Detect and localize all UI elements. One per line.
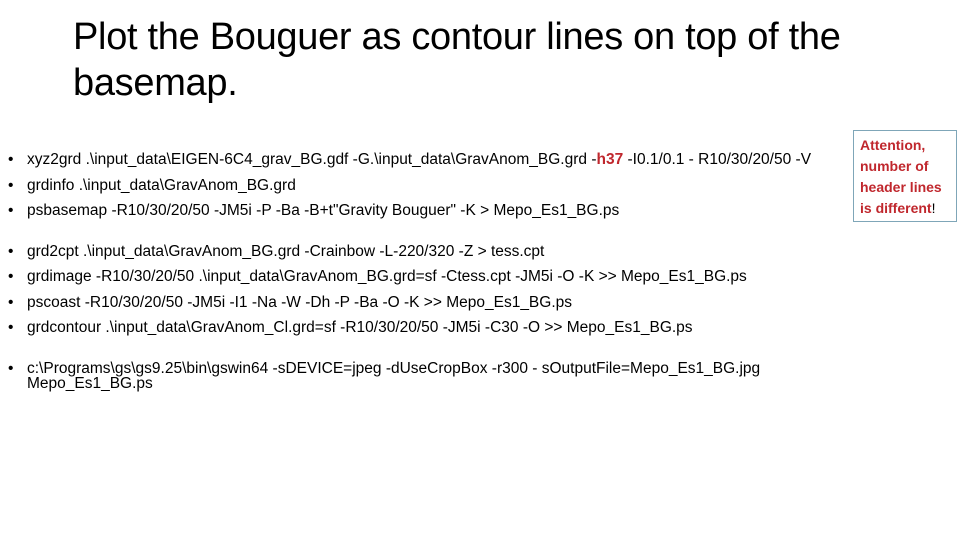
command-text: pscoast -R10/30/20/50 -JM5i -I1 -Na -W -… — [27, 293, 573, 311]
command-item: • psbasemap -R10/30/20/50 -JM5i -P -Ba -… — [8, 203, 838, 219]
bullet-icon: • — [8, 293, 14, 311]
command-text: psbasemap -R10/30/20/50 -JM5i -P -Ba -B+… — [27, 202, 620, 219]
command-text: grd2cpt .\input_data\GravAnom_BG.grd -Cr… — [27, 242, 545, 260]
command-text: grdinfo .\input_data\GravAnom_BG.grd — [27, 176, 296, 194]
bullet-icon: • — [8, 319, 14, 336]
attention-callout: Attention, number of header lines is dif… — [853, 130, 957, 222]
command-text: c:\Programs\gs\gs9.25\bin\gswin64 -sDEVI… — [27, 359, 761, 392]
bullet-icon: • — [8, 242, 14, 260]
command-text: -I0.1/0.1 - R10/30/20/50 -V — [623, 151, 812, 168]
slide-title: Plot the Bouguer as contour lines on top… — [73, 16, 841, 104]
callout-text: Attention, number of header lines is dif… — [860, 137, 942, 216]
command-item: • grd2cpt .\input_data\GravAnom_BG.grd -… — [8, 242, 838, 260]
command-item: • pscoast -R10/30/20/50 -JM5i -I1 -Na -W… — [8, 293, 838, 311]
command-item: • grdcontour .\input_data\GravAnom_Cl.gr… — [8, 320, 838, 336]
bullet-icon: • — [8, 359, 14, 377]
command-item: • xyz2grd .\input_data\EIGEN-6C4_grav_BG… — [8, 152, 838, 168]
command-list: • xyz2grd .\input_data\EIGEN-6C4_grav_BG… — [8, 152, 838, 392]
command-item: • grdinfo .\input_data\GravAnom_BG.grd — [8, 176, 838, 194]
callout-suffix: ! — [931, 200, 936, 216]
command-text: grdimage -R10/30/20/50 .\input_data\Grav… — [27, 268, 747, 285]
command-text: grdcontour .\input_data\GravAnom_Cl.grd=… — [27, 319, 693, 336]
command-item: • c:\Programs\gs\gs9.25\bin\gswin64 -sDE… — [8, 359, 838, 392]
highlight-text: h37 — [596, 151, 624, 168]
command-item: • grdimage -R10/30/20/50 .\input_data\Gr… — [8, 269, 838, 285]
bullet-icon: • — [8, 268, 14, 285]
bullet-icon: • — [8, 151, 14, 168]
command-text: xyz2grd .\input_data\EIGEN-6C4_grav_BG.g… — [27, 151, 597, 168]
bullet-icon: • — [8, 176, 14, 194]
bullet-icon: • — [8, 202, 14, 219]
